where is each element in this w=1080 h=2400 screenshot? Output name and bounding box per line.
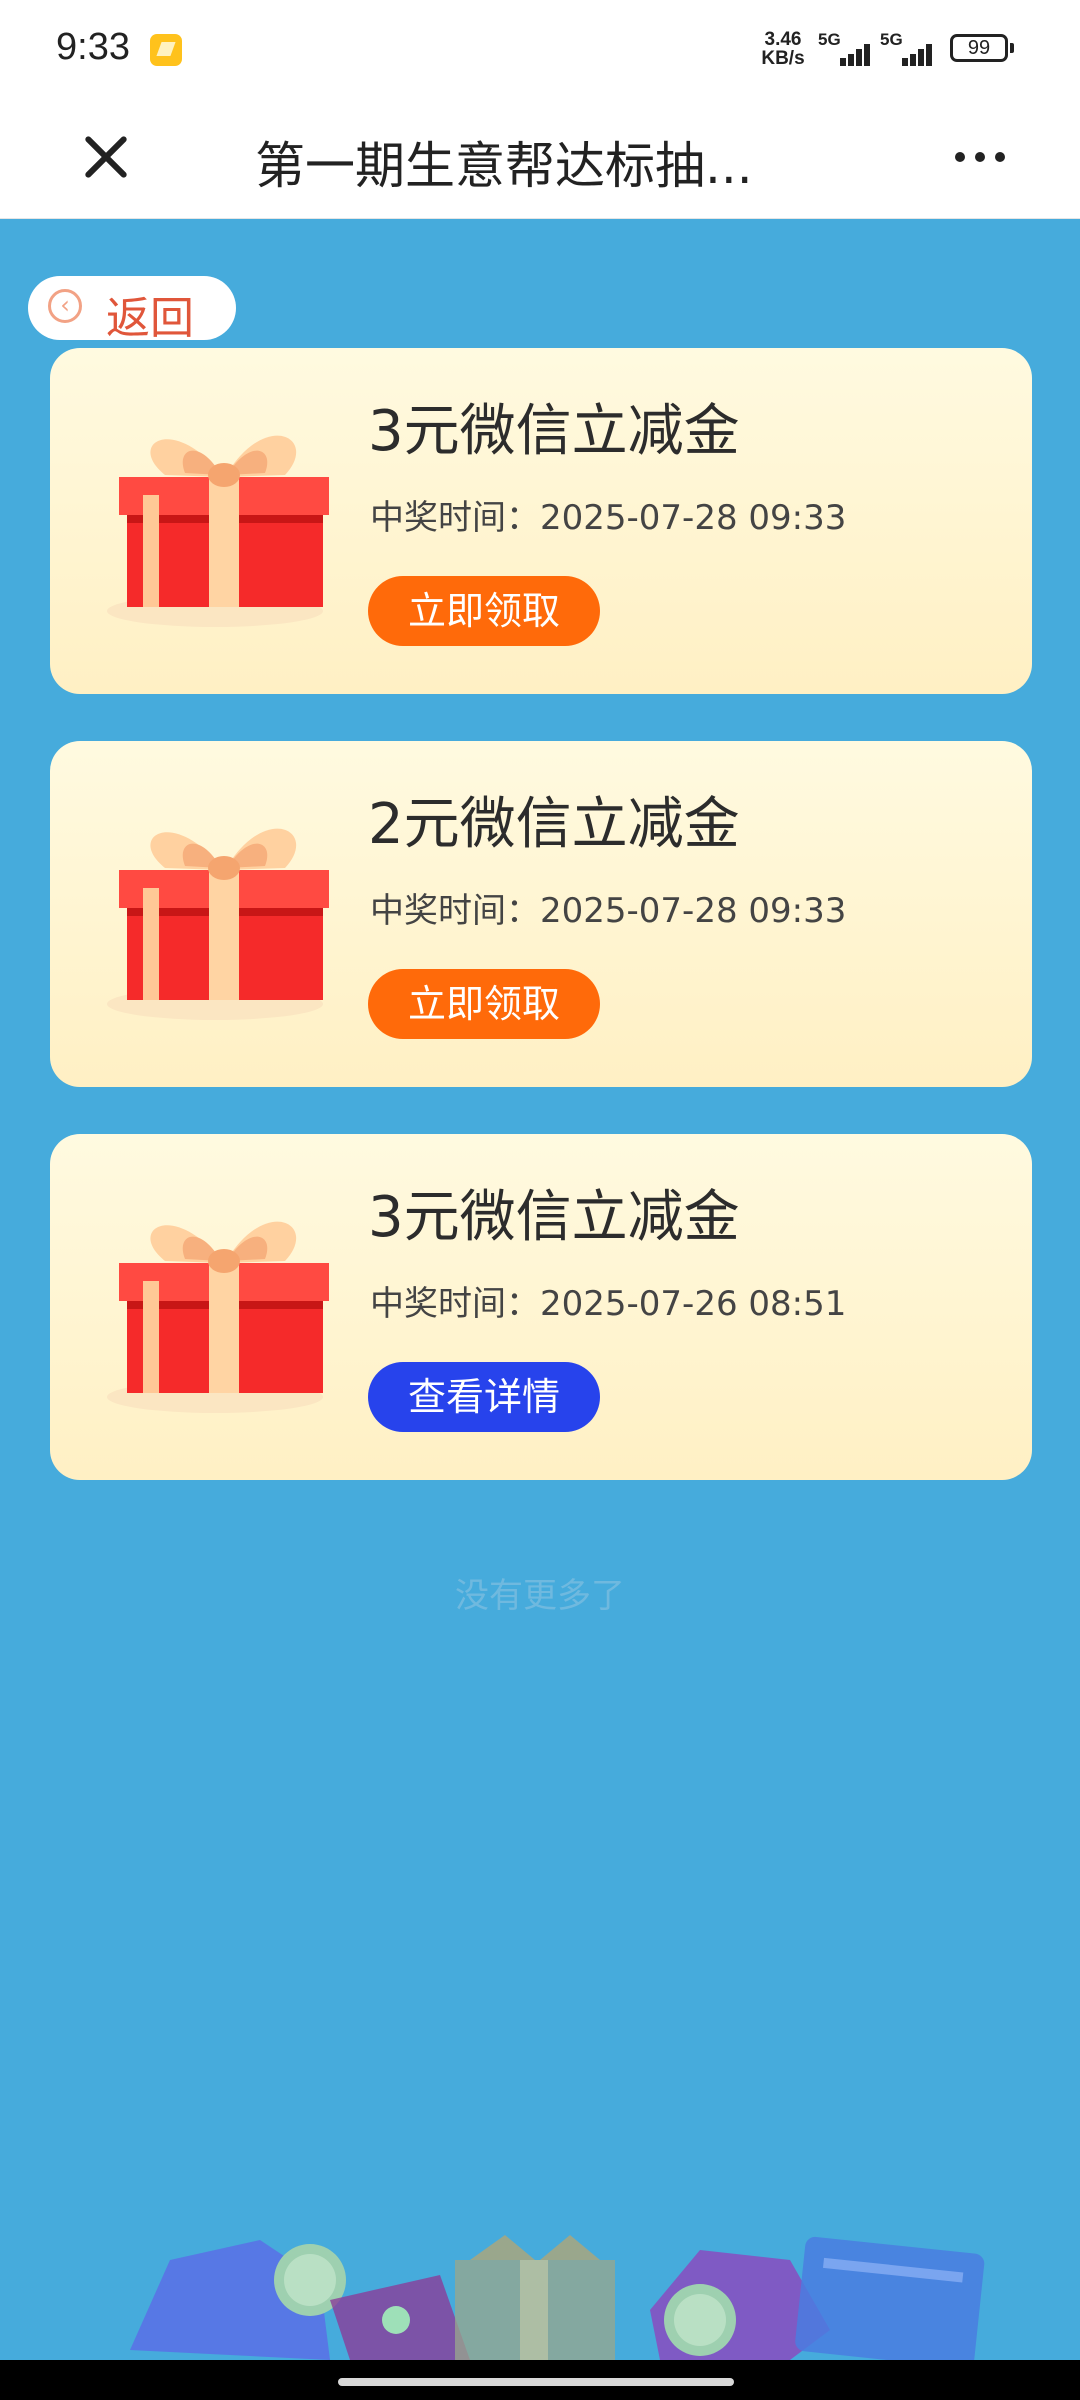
prize-time: 中奖时间：2025-07-28 09:33 <box>370 891 847 931</box>
signal-icon: 5G <box>880 30 936 66</box>
navigation-bar <box>0 2360 1080 2400</box>
prize-name: 3元微信立减金 <box>368 1185 740 1250</box>
prize-name: 2元微信立减金 <box>368 792 740 857</box>
close-icon[interactable] <box>74 124 138 188</box>
claim-button[interactable]: 立即领取 <box>368 576 600 646</box>
view-details-button[interactable]: 查看详情 <box>368 1362 600 1432</box>
notification-icon <box>150 34 182 66</box>
gift-box-icon <box>107 1221 329 1413</box>
home-indicator[interactable] <box>338 2378 734 2386</box>
status-time: 9:33 <box>56 26 130 68</box>
signal-icon: 5G <box>818 30 874 66</box>
prize-time: 中奖时间：2025-07-28 09:33 <box>370 498 847 538</box>
claim-button[interactable]: 立即领取 <box>368 969 600 1039</box>
prize-card: 2元微信立减金 中奖时间：2025-07-28 09:33 立即领取 <box>50 741 1032 1087</box>
battery-icon: 99 <box>950 34 1014 62</box>
gift-box-icon <box>107 435 329 627</box>
chevron-left-icon: ‹ <box>48 289 82 323</box>
page-title: 第一期生意帮达标抽... <box>255 137 753 195</box>
network-speed: 3.46 KB/s <box>761 29 805 69</box>
prize-name: 3元微信立减金 <box>368 399 740 464</box>
back-button[interactable]: ‹ 返回 <box>28 276 236 344</box>
more-icon[interactable] <box>955 142 1015 172</box>
gift-box-icon <box>107 828 329 1020</box>
bottom-decoration <box>130 2235 985 2360</box>
title-bar: 第一期生意帮达标抽... <box>0 98 1080 219</box>
status-bar: 9:33 3.46 KB/s 5G 5G 99 <box>0 0 1080 98</box>
prize-time: 中奖时间：2025-07-26 08:51 <box>370 1284 847 1324</box>
back-label: 返回 <box>106 293 194 344</box>
prize-card: 3元微信立减金 中奖时间：2025-07-28 09:33 立即领取 <box>50 348 1032 694</box>
no-more-text: 没有更多了 <box>455 1576 625 1616</box>
prize-card: 3元微信立减金 中奖时间：2025-07-26 08:51 查看详情 <box>50 1134 1032 1480</box>
